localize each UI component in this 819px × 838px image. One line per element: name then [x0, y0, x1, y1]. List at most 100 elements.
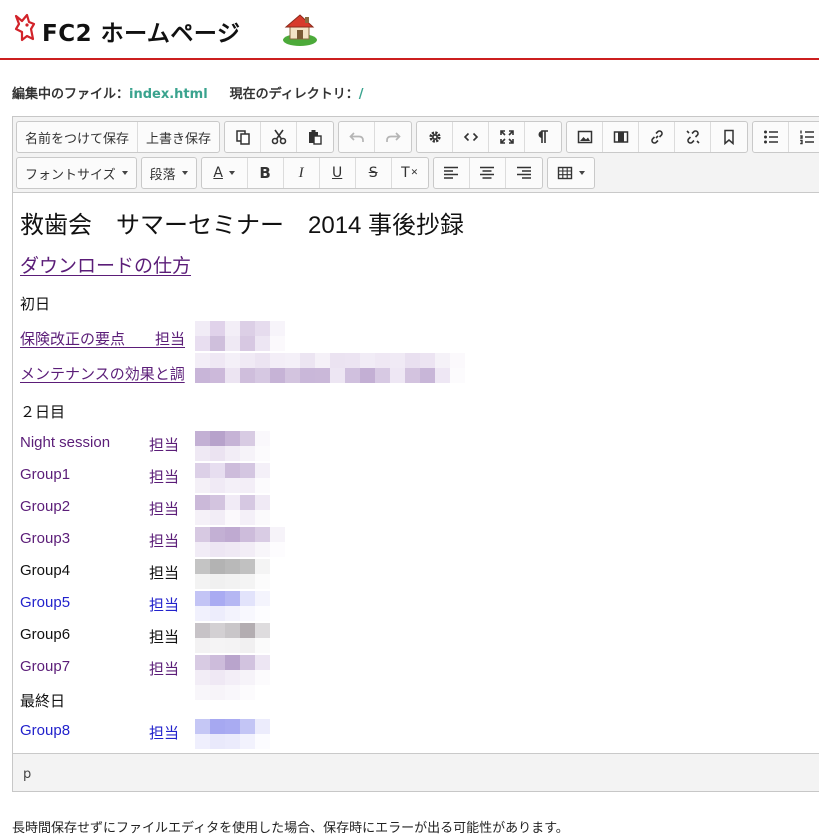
font-color-button[interactable]: A [202, 158, 248, 188]
bookmark-icon [724, 129, 734, 145]
clipboard-group [224, 121, 335, 153]
last-day-item-group8[interactable]: Group8 担当 [20, 722, 195, 743]
element-path[interactable]: p [23, 767, 31, 782]
insert-image-button[interactable] [567, 122, 604, 152]
last-day-label: 最終日 [20, 693, 66, 710]
item-responsible: 担当 [149, 629, 180, 646]
chevron-down-icon [578, 171, 585, 175]
house-icon [283, 14, 317, 46]
fc2-horse-icon [14, 13, 36, 42]
day1-item-1[interactable]: 保険改正の要点 担当 [20, 328, 185, 349]
font-size-group: フォントサイズ [16, 157, 137, 189]
insert-video-button[interactable] [603, 122, 640, 152]
insert-link-button[interactable] [639, 122, 676, 152]
save-as-button[interactable]: 名前をつけて保存 [17, 122, 139, 152]
settings-button[interactable] [417, 122, 454, 152]
redo-button[interactable] [375, 122, 411, 152]
paste-button[interactable] [297, 122, 333, 152]
align-group [432, 157, 543, 189]
item-responsible: 担当 [149, 565, 180, 582]
editor-content[interactable]: 救歯会 サマーセミナー 2014 事後抄録 ダウンロードの仕方 初日 保険改正の… [13, 193, 819, 753]
app-header: FC2 ホームページ [0, 0, 819, 60]
clear-format-label: T [401, 165, 410, 181]
code-icon [463, 132, 478, 142]
list-group [752, 121, 819, 153]
item-responsible: 担当 [149, 533, 180, 550]
paragraph-group: 段落 [140, 157, 197, 189]
document-title: 救歯会 サマーセミナー 2014 事後抄録 [20, 212, 465, 239]
day1-label: 初日 [20, 296, 51, 313]
file-info: 編集中のファイル：index.html 現在のディレクトリ：/ [12, 83, 364, 102]
copy-icon [235, 130, 250, 145]
font-size-label: フォントサイズ [25, 167, 116, 183]
day1-item-2[interactable]: メンテナンスの効果と調 [20, 363, 185, 384]
copy-button[interactable] [225, 122, 262, 152]
item-name: Group7 [20, 658, 71, 675]
day2-item-group1[interactable]: Group1 担当 [20, 466, 195, 487]
paragraph-dropdown[interactable]: 段落 [142, 158, 196, 188]
tools-group [416, 121, 563, 153]
align-right-button[interactable] [506, 158, 542, 188]
editor-toolbar: 名前をつけて保存 上書き保存 フォントサイズ 段落 A B I U S T ✕ [13, 117, 819, 193]
file-label: 編集中のファイル： [12, 87, 130, 102]
bold-button[interactable]: B [248, 158, 284, 188]
overwrite-save-button[interactable]: 上書き保存 [138, 122, 219, 152]
dir-value: / [358, 87, 364, 102]
day2-item-group7[interactable]: Group7 担当 [20, 658, 195, 679]
save-group: 名前をつけて保存 上書き保存 [16, 121, 221, 153]
table-dropdown[interactable] [548, 158, 594, 188]
item-name: Group1 [20, 466, 71, 483]
item-name: Night session [20, 434, 111, 451]
align-left-icon [444, 166, 459, 179]
numbered-list-button[interactable] [789, 122, 819, 152]
day2-item-group5[interactable]: Group5 担当 [20, 594, 195, 615]
fullscreen-icon [499, 130, 514, 144]
clear-format-button[interactable]: T ✕ [392, 158, 428, 188]
align-right-icon [516, 166, 531, 179]
day2-label: ２日目 [20, 404, 66, 421]
align-center-button[interactable] [470, 158, 506, 188]
warning-note: 長時間保存せずにファイルエディタを使用した場合、保存時にエラーが出る可能性があり… [12, 821, 569, 836]
table-group [546, 157, 595, 189]
numbered-list-icon [800, 130, 815, 145]
chevron-down-icon [121, 171, 128, 175]
day2-item-group3[interactable]: Group3 担当 [20, 530, 195, 551]
font-size-dropdown[interactable]: フォントサイズ [17, 158, 136, 188]
video-icon [613, 131, 628, 143]
bullet-list-button[interactable] [753, 122, 790, 152]
chevron-down-icon [181, 171, 188, 175]
source-code-button[interactable] [453, 122, 490, 152]
item-responsible: 担当 [149, 437, 180, 454]
item-name: Group2 [20, 498, 71, 515]
italic-button[interactable]: I [284, 158, 320, 188]
cut-button[interactable] [261, 122, 298, 152]
anchor-button[interactable] [711, 122, 747, 152]
strikethrough-button[interactable]: S [356, 158, 392, 188]
underline-button[interactable]: U [320, 158, 356, 188]
show-blocks-button[interactable] [525, 122, 561, 152]
day2-item-night-session[interactable]: Night session 担当 [20, 434, 195, 455]
paragraph-label: 段落 [149, 167, 176, 183]
pilcrow-icon [538, 130, 549, 143]
day1-item-1-text: 保険改正の要点 担当 [20, 331, 186, 348]
image-icon [577, 130, 592, 144]
bullet-list-icon [763, 130, 778, 144]
download-link[interactable]: ダウンロードの仕方 [20, 256, 191, 277]
history-group [338, 121, 413, 153]
paste-icon [309, 130, 322, 145]
undo-button[interactable] [339, 122, 376, 152]
align-center-icon [480, 166, 495, 179]
align-left-button[interactable] [434, 158, 470, 188]
redo-icon [386, 132, 401, 142]
day1-item-2-text: メンテナンスの効果と調 [20, 366, 185, 383]
element-path-bar: p [13, 753, 819, 791]
toolbar-row-1: 名前をつけて保存 上書き保存 [13, 119, 819, 155]
toolbar-row-2: フォントサイズ 段落 A B I U S T ✕ [13, 155, 599, 191]
dir-label: 現在のディレクトリ： [229, 87, 359, 102]
app-logo-text[interactable]: FC2 ホームページ [42, 14, 240, 48]
fullscreen-button[interactable] [489, 122, 526, 152]
download-link-row: ダウンロードの仕方 [20, 251, 191, 278]
item-responsible: 担当 [149, 469, 180, 486]
unlink-button[interactable] [675, 122, 712, 152]
day2-item-group2[interactable]: Group2 担当 [20, 498, 195, 519]
